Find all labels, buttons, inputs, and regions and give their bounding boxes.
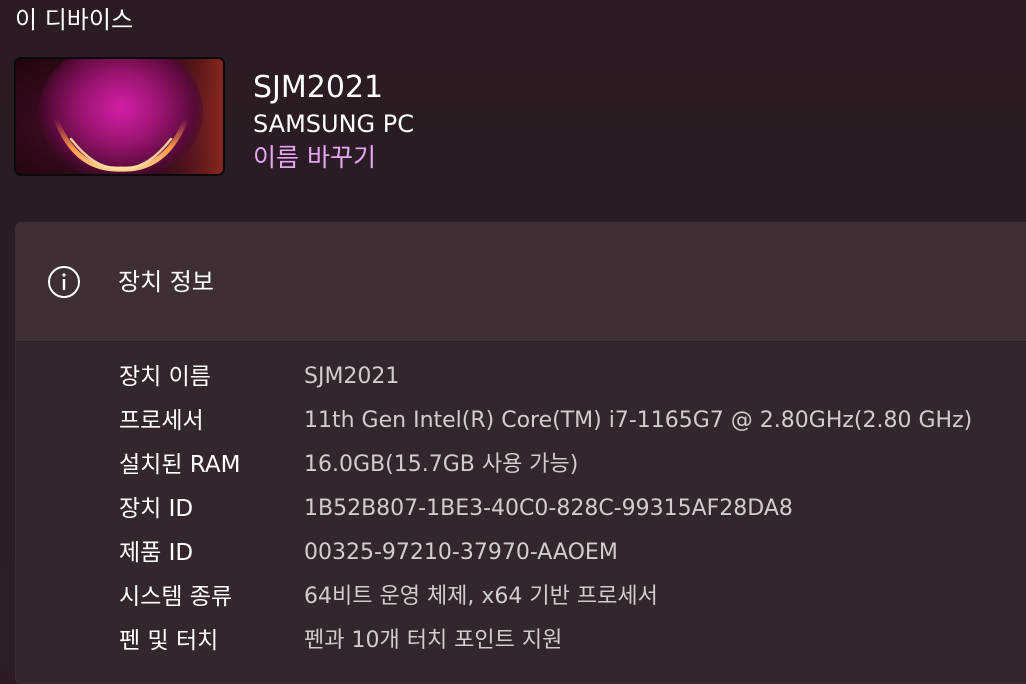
- spec-list: 장치 이름 SJM2021 프로세서 11th Gen Intel(R) Cor…: [16, 342, 1026, 683]
- spec-row-device-name: 장치 이름 SJM2021: [16, 357, 1026, 397]
- spec-value: 00325-97210-37970-AAOEM: [304, 540, 618, 565]
- device-thumbnail: [14, 57, 225, 176]
- spec-row-processor: 프로세서 11th Gen Intel(R) Core(TM) i7-1165G…: [16, 401, 1026, 441]
- card-title: 장치 정보: [118, 268, 214, 296]
- spec-row-ram: 설치된 RAM 16.0GB(15.7GB 사용 가능): [16, 445, 1026, 485]
- spec-label: 장치 이름: [119, 364, 211, 390]
- spec-row-device-id: 장치 ID 1B52B807-1BE3-40C0-828C-99315AF28D…: [16, 489, 1026, 529]
- spec-label: 장치 ID: [119, 496, 194, 522]
- spec-value: 11th Gen Intel(R) Core(TM) i7-1165G7 @ 2…: [304, 408, 973, 433]
- spec-value: 펜과 10개 터치 포인트 지원: [304, 628, 563, 653]
- spec-label: 프로세서: [119, 408, 204, 434]
- device-specifications-card: 장치 정보 장치 이름 SJM2021 프로세서 11th Gen Intel(…: [15, 222, 1026, 684]
- spec-label: 제품 ID: [119, 540, 194, 566]
- section-title: 이 디바이스: [15, 6, 134, 34]
- device-model: SAMSUNG PC: [253, 110, 415, 138]
- spec-label: 설치된 RAM: [119, 452, 241, 478]
- spec-row-system-type: 시스템 종류 64비트 운영 체제, x64 기반 프로세서: [16, 577, 1026, 617]
- spec-label: 시스템 종류: [119, 584, 233, 610]
- spec-row-pen-touch: 펜 및 터치 펜과 10개 터치 포인트 지원: [16, 621, 1026, 661]
- wallpaper-image: [16, 59, 223, 174]
- spec-value: 64비트 운영 체제, x64 기반 프로세서: [304, 584, 658, 609]
- spec-value: 16.0GB(15.7GB 사용 가능): [304, 452, 579, 477]
- rename-link[interactable]: 이름 바꾸기: [253, 141, 376, 175]
- spec-row-product-id: 제품 ID 00325-97210-37970-AAOEM: [16, 533, 1026, 573]
- spec-value: 1B52B807-1BE3-40C0-828C-99315AF28DA8: [304, 496, 793, 521]
- spec-label: 펜 및 터치: [119, 628, 219, 654]
- info-icon: [48, 266, 80, 298]
- spec-value: SJM2021: [304, 364, 400, 389]
- device-name: SJM2021: [253, 70, 384, 105]
- device-specifications-header[interactable]: 장치 정보: [16, 223, 1026, 342]
